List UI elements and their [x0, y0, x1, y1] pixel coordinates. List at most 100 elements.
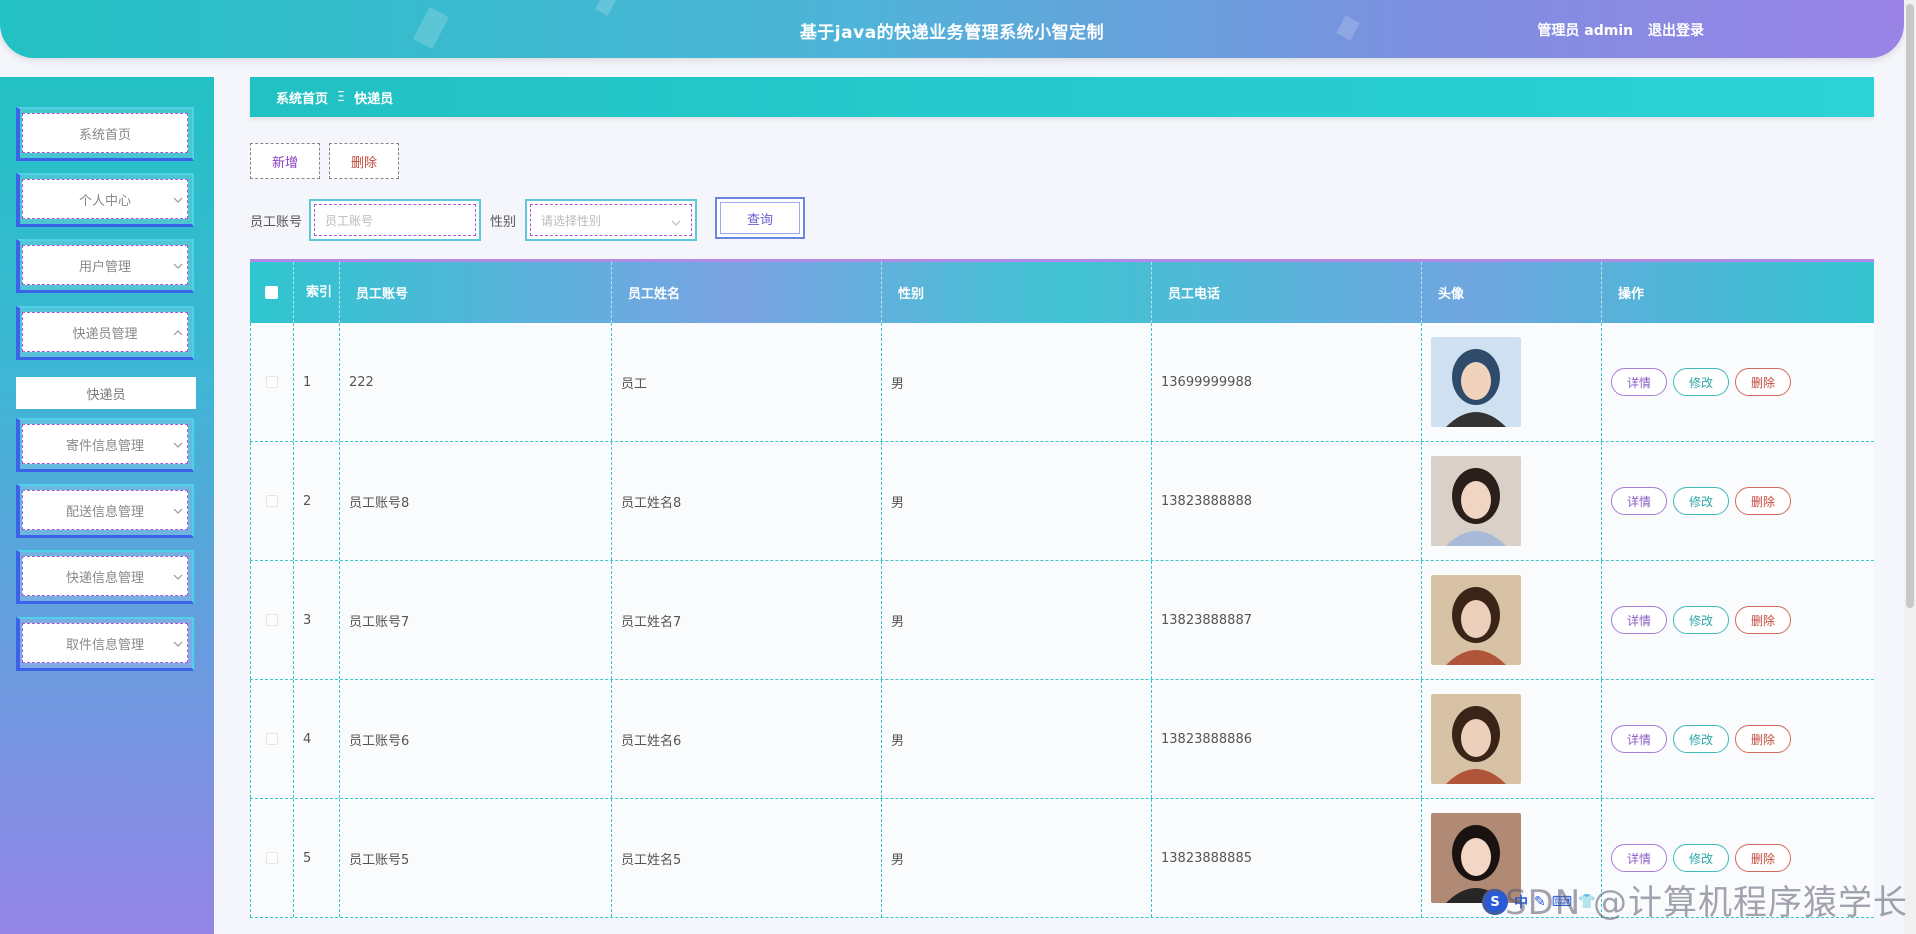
sidebar-item-label: 系统首页	[22, 113, 188, 153]
row-checkbox-cell[interactable]	[250, 799, 294, 917]
sidebar-item-couriers[interactable]: 快递员管理	[16, 306, 194, 360]
sidebar-item-delivery[interactable]: 配送信息管理	[16, 484, 194, 538]
table-body: 1 222 员工男 13699999988 详情 修改 删除 2 员工账号8 员工姓名8 男 1382…	[250, 323, 1874, 918]
cell-account: 员工账号6	[340, 680, 612, 798]
logout-link[interactable]: 退出登录	[1648, 23, 1704, 39]
cell-name: 员工姓名8	[612, 442, 882, 560]
cell-actions: 详情 修改 删除	[1602, 323, 1874, 441]
cell-avatar	[1422, 323, 1602, 441]
edit-button[interactable]: 修改	[1673, 606, 1729, 634]
sidebar-item-personal[interactable]: 个人中心	[16, 173, 194, 227]
sidebar-item-home[interactable]: 系统首页	[16, 107, 194, 161]
row-checkbox[interactable]	[266, 614, 278, 626]
table-row: 4 员工账号6 员工姓名6 男 13823888886 详情 修改 删除	[250, 680, 1874, 799]
account-label: 员工账号	[250, 215, 303, 230]
edit-button[interactable]: 修改	[1673, 368, 1729, 396]
account-input[interactable]: 员工账号	[309, 199, 481, 241]
breadcrumb: 系统首页 Ξ 快递员	[250, 77, 1874, 117]
row-delete-button[interactable]: 删除	[1735, 725, 1791, 753]
cell-gender: 男	[882, 561, 1152, 679]
detail-button[interactable]: 详情	[1611, 368, 1667, 396]
submenu-item-courier[interactable]: 快递员	[16, 377, 196, 409]
row-checkbox-cell[interactable]	[250, 323, 294, 441]
cell-index: 5	[294, 799, 340, 917]
sidebar-item-label: 用户管理	[22, 245, 188, 285]
row-checkbox[interactable]	[266, 376, 278, 388]
row-checkbox[interactable]	[266, 852, 278, 864]
avatar	[1431, 694, 1521, 784]
sidebar-item-label: 配送信息管理	[22, 490, 188, 530]
edit-button[interactable]: 修改	[1673, 725, 1729, 753]
table-row: 2 员工账号8 员工姓名8 男 13823888888 详情 修改 删除	[250, 442, 1874, 561]
user-area: 管理员 admin 退出登录	[1537, 20, 1704, 40]
row-delete-button[interactable]: 删除	[1735, 844, 1791, 872]
add-button[interactable]: 新增	[250, 143, 320, 179]
cell-account: 员工账号7	[340, 561, 612, 679]
edit-button[interactable]: 修改	[1673, 844, 1729, 872]
row-delete-button[interactable]: 删除	[1735, 368, 1791, 396]
chevron-up-icon	[172, 327, 184, 339]
sidebar-item-express[interactable]: 快递信息管理	[16, 550, 194, 604]
breadcrumb-current: 快递员	[354, 91, 394, 107]
cell-name: 员工姓名7	[612, 561, 882, 679]
gender-select[interactable]: 请选择性别	[525, 199, 697, 241]
cell-actions: 详情 修改 删除	[1602, 561, 1874, 679]
sidebar-item-users[interactable]: 用户管理	[16, 239, 194, 293]
account-input-placeholder: 员工账号	[314, 204, 476, 236]
chevron-down-icon	[671, 215, 681, 230]
header-gender: 性别	[882, 262, 1152, 323]
sidebar-item-pickup[interactable]: 取件信息管理	[16, 617, 194, 671]
cell-phone: 13823888886	[1152, 680, 1422, 798]
detail-button[interactable]: 详情	[1611, 844, 1667, 872]
cell-index: 1	[294, 323, 340, 441]
detail-button[interactable]: 详情	[1611, 487, 1667, 515]
sidebar-item-label: 取件信息管理	[22, 623, 188, 663]
page-scrollbar[interactable]	[1904, 0, 1916, 934]
sidebar-item-sending[interactable]: 寄件信息管理	[16, 418, 194, 472]
row-checkbox-cell[interactable]	[250, 561, 294, 679]
row-checkbox[interactable]	[266, 495, 278, 507]
scrollbar-thumb[interactable]	[1906, 4, 1914, 608]
header-avatar: 头像	[1422, 262, 1602, 323]
breadcrumb-home[interactable]: 系统首页	[276, 88, 328, 107]
row-delete-button[interactable]: 删除	[1735, 606, 1791, 634]
query-button[interactable]: 查询	[715, 197, 805, 239]
table-header: 索引 员工账号 员工姓名 性别 员工电话 头像 操作	[250, 259, 1874, 323]
sidebar-item-label: 个人中心	[22, 179, 188, 219]
gender-select-placeholder: 请选择性别	[530, 204, 692, 236]
edit-button[interactable]: 修改	[1673, 487, 1729, 515]
detail-button[interactable]: 详情	[1611, 725, 1667, 753]
cell-account: 员工账号5	[340, 799, 612, 917]
chevron-down-icon	[172, 638, 184, 650]
user-label: 管理员 admin	[1537, 23, 1634, 39]
cell-account: 员工账号8	[340, 442, 612, 560]
chevron-down-icon	[172, 260, 184, 272]
sidebar-item-label: 寄件信息管理	[22, 424, 188, 464]
select-all-checkbox[interactable]	[250, 262, 294, 323]
header-name: 员工姓名	[612, 262, 882, 323]
courier-table: 索引 员工账号 员工姓名 性别 员工电话 头像 操作 1 222 员工男 136999…	[250, 259, 1874, 918]
cell-avatar	[1422, 442, 1602, 560]
row-checkbox-cell[interactable]	[250, 442, 294, 560]
breadcrumb-separator: Ξ	[337, 89, 346, 105]
delete-button[interactable]: 删除	[329, 143, 399, 179]
table-row: 1 222 员工男 13699999988 详情 修改 删除	[250, 323, 1874, 442]
query-button-label: 查询	[720, 202, 800, 234]
gender-label: 性别	[490, 215, 517, 230]
cell-gender: 男	[882, 442, 1152, 560]
row-checkbox-cell[interactable]	[250, 680, 294, 798]
cell-name: 员工	[612, 323, 882, 441]
detail-button[interactable]: 详情	[1611, 606, 1667, 634]
chevron-down-icon	[172, 505, 184, 517]
cell-phone: 13823888885	[1152, 799, 1422, 917]
avatar	[1431, 337, 1521, 427]
cell-account: 222	[340, 323, 612, 441]
chevron-down-icon	[172, 571, 184, 583]
row-checkbox[interactable]	[266, 733, 278, 745]
row-delete-button[interactable]: 删除	[1735, 487, 1791, 515]
cell-gender: 男	[882, 799, 1152, 917]
avatar	[1431, 456, 1521, 546]
cell-name: 员工姓名5	[612, 799, 882, 917]
cell-actions: 详情 修改 删除	[1602, 680, 1874, 798]
search-bar: 员工账号 员工账号 性别 请选择性别 查询	[250, 197, 950, 241]
